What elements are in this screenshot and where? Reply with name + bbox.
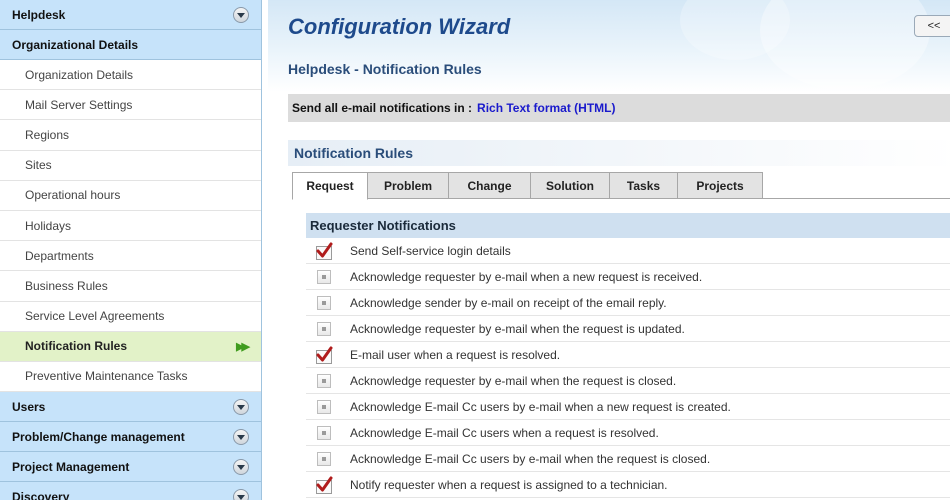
notification-row: Acknowledge requester by e-mail when a n… xyxy=(306,264,950,290)
unchecked-checkbox[interactable] xyxy=(315,398,333,416)
sidebar-section-project-management[interactable]: Project Management xyxy=(0,452,261,483)
sidebar-item-organization-details[interactable]: Organization Details xyxy=(0,60,261,91)
notification-row: Notify requester when a request is assig… xyxy=(306,472,950,498)
unchecked-checkbox[interactable] xyxy=(315,320,333,338)
sidebar-item-label: Regions xyxy=(25,127,70,142)
sidebar-section-label: Project Management xyxy=(12,459,130,474)
chevron-down-icon[interactable] xyxy=(233,398,249,415)
unchecked-checkbox[interactable] xyxy=(315,294,333,312)
sidebar-item-label: Service Level Agreements xyxy=(25,309,165,324)
notification-row: Acknowledge sender by e-mail on receipt … xyxy=(306,290,950,316)
sidebar-item-preventive-maintenance-tasks[interactable]: Preventive Maintenance Tasks xyxy=(0,361,261,393)
tab-bar: Request Problem Change Solution Tasks Project… xyxy=(292,172,763,200)
notification-label: E-mail user when a request is resolved. xyxy=(350,347,561,362)
notification-label: Send Self-service login details xyxy=(350,243,511,258)
sidebar-section-helpdesk[interactable]: Helpdesk xyxy=(0,0,261,30)
sidebar-item-business-rules[interactable]: Business Rules xyxy=(0,271,261,302)
sidebar-item-service-level-agreements[interactable]: Service Level Agreements xyxy=(0,301,261,332)
sidebar-bottom-sections: Users Problem/Change management Project Ma… xyxy=(0,392,261,500)
notification-row: Acknowledge E-mail Cc users by e-mail wh… xyxy=(306,394,950,420)
sidebar-section-problem-change-management[interactable]: Problem/Change management xyxy=(0,422,261,453)
checked-checkbox[interactable] xyxy=(315,476,333,494)
sidebar-item-regions[interactable]: Regions xyxy=(0,120,261,151)
notification-label: Acknowledge E-mail Cc users by e-mail wh… xyxy=(350,399,731,414)
email-format-bar: Send all e-mail notifications in : Rich … xyxy=(288,94,950,122)
sidebar-item-sites[interactable]: Sites xyxy=(0,150,261,181)
app-window: Helpdesk Organizational Details Organiza… xyxy=(0,0,950,500)
sidebar-item-label: Departments xyxy=(25,248,94,263)
tab-projects[interactable]: Projects xyxy=(678,172,763,199)
checked-checkbox[interactable] xyxy=(315,242,333,260)
sidebar-section-label: Users xyxy=(12,399,46,414)
notification-label: Acknowledge E-mail Cc users when a reque… xyxy=(350,425,659,440)
chevron-down-icon[interactable] xyxy=(233,488,249,500)
sidebar-section-label: Helpdesk xyxy=(12,7,66,22)
sidebar-section-label: Organizational Details xyxy=(12,37,139,52)
sidebar-item-notification-rules[interactable]: Notification Rules ▶▶ xyxy=(0,331,261,362)
sidebar-item-label: Organization Details xyxy=(25,67,134,82)
notification-row: Acknowledge requester by e-mail when the… xyxy=(306,316,950,342)
sidebar-item-label: Preventive Maintenance Tasks xyxy=(25,369,188,384)
notification-row: E-mail user when a request is resolved. xyxy=(306,342,950,368)
tab-request[interactable]: Request xyxy=(292,172,368,200)
notification-list: Send Self-service login details Acknowled… xyxy=(306,238,950,498)
sidebar-submenu: Organization Details Mail Server Settings… xyxy=(0,60,261,393)
requester-notifications-panel: Requester Notifications Send Self-servic… xyxy=(306,213,950,498)
notification-row: Acknowledge E-mail Cc users when a reque… xyxy=(306,420,950,446)
unchecked-checkbox[interactable] xyxy=(315,450,333,468)
page-title: Configuration Wizard xyxy=(288,14,511,39)
sidebar-item-departments[interactable]: Departments xyxy=(0,241,261,272)
tab-problem[interactable]: Problem xyxy=(368,172,449,199)
notification-label: Acknowledge requester by e-mail when the… xyxy=(350,321,685,336)
tab-tasks[interactable]: Tasks xyxy=(610,172,678,199)
collapse-button[interactable]: << xyxy=(914,15,950,37)
sidebar-item-operational-hours[interactable]: Operational hours xyxy=(0,180,261,211)
notification-label: Notify requester when a request is assig… xyxy=(350,477,668,492)
sidebar-item-label: Operational hours xyxy=(25,188,121,203)
notification-label: Acknowledge requester by e-mail when a n… xyxy=(350,269,703,284)
sidebar-item-holidays[interactable]: Holidays xyxy=(0,210,261,242)
unchecked-checkbox[interactable] xyxy=(315,424,333,442)
section-title: Notification Rules xyxy=(288,140,950,166)
chevron-down-icon[interactable] xyxy=(233,428,249,445)
unchecked-checkbox[interactable] xyxy=(315,268,333,286)
sidebar-item-label: Sites xyxy=(25,158,52,173)
email-format-link[interactable]: Rich Text format (HTML) xyxy=(477,101,615,115)
sidebar-item-label: Holidays xyxy=(25,218,72,233)
sidebar-section-label: Discovery xyxy=(12,489,70,500)
notification-label: Acknowledge sender by e-mail on receipt … xyxy=(350,295,667,310)
sidebar-section-label: Problem/Change management xyxy=(12,429,185,444)
sidebar: Helpdesk Organizational Details Organiza… xyxy=(0,0,262,500)
email-format-label: Send all e-mail notifications in : xyxy=(292,101,473,115)
sidebar-item-label: Business Rules xyxy=(25,278,108,293)
sidebar-item-label: Notification Rules xyxy=(25,339,128,354)
page-subtitle: Helpdesk - Notification Rules xyxy=(288,61,482,77)
notification-row: Acknowledge requester by e-mail when the… xyxy=(306,368,950,394)
notification-label: Acknowledge requester by e-mail when the… xyxy=(350,373,677,388)
sidebar-section-organizational-details[interactable]: Organizational Details xyxy=(0,30,261,60)
sidebar-section-discovery[interactable]: Discovery xyxy=(0,482,261,500)
sidebar-section-users[interactable]: Users xyxy=(0,392,261,423)
sidebar-item-mail-server-settings[interactable]: Mail Server Settings xyxy=(0,90,261,121)
main-content: Configuration Wizard << Helpdesk - Notif… xyxy=(268,0,950,500)
notification-row: Acknowledge E-mail Cc users by e-mail wh… xyxy=(306,446,950,472)
notification-row: Send Self-service login details xyxy=(306,238,950,264)
notification-label: Acknowledge E-mail Cc users by e-mail wh… xyxy=(350,451,711,466)
chevron-down-icon[interactable] xyxy=(233,458,249,475)
checked-checkbox[interactable] xyxy=(315,346,333,364)
chevron-down-icon[interactable] xyxy=(233,6,249,23)
tab-change[interactable]: Change xyxy=(449,172,531,199)
unchecked-checkbox[interactable] xyxy=(315,372,333,390)
panel-title: Requester Notifications xyxy=(306,213,950,238)
sidebar-item-label: Mail Server Settings xyxy=(25,97,133,112)
double-arrow-right-icon: ▶▶ xyxy=(236,340,250,353)
tab-solution[interactable]: Solution xyxy=(531,172,610,199)
